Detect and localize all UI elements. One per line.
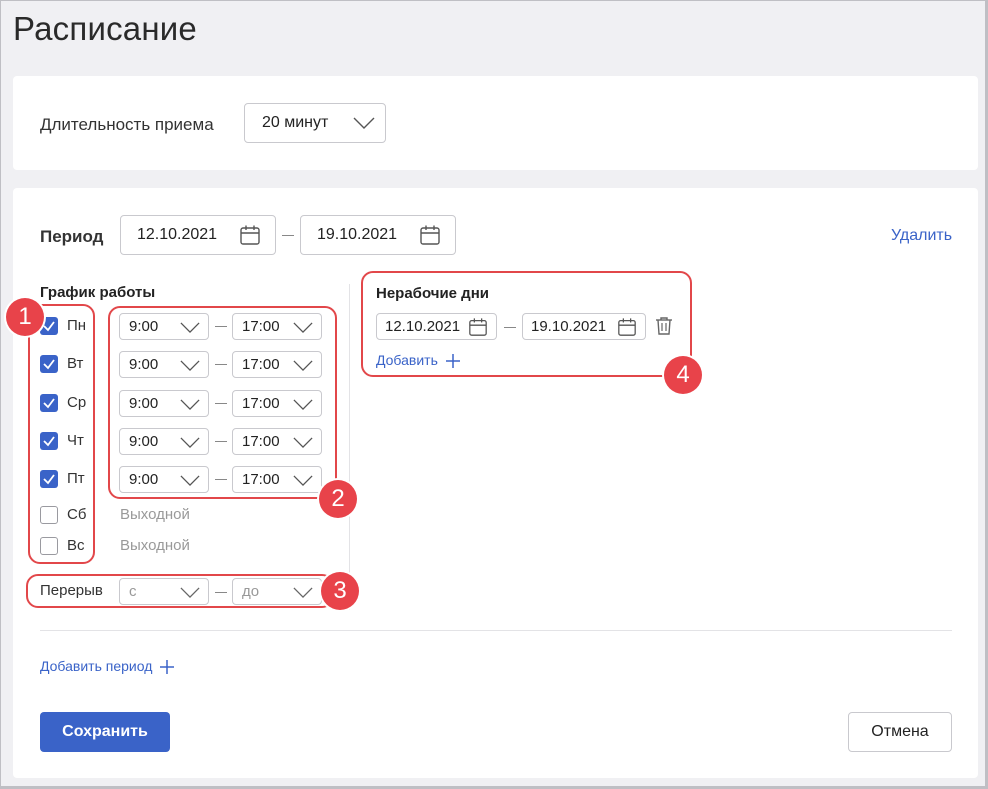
calendar-icon[interactable] (239, 224, 261, 246)
annotation-badge-2: 2 (319, 480, 357, 518)
column-divider (349, 284, 350, 610)
annotation-badge-1: 1 (6, 298, 44, 336)
annotation-badge-4: 4 (664, 356, 702, 394)
duration-select[interactable]: 20 минут (244, 103, 386, 143)
duration-label: Длительность приема (40, 115, 214, 134)
page-title: Расписание (13, 10, 197, 47)
annotation-box-3 (26, 574, 334, 608)
duration-value: 20 минут (262, 114, 329, 131)
period-to-field[interactable]: 19.10.2021 (300, 215, 456, 255)
calendar-icon[interactable] (419, 224, 441, 246)
plus-icon (160, 660, 175, 675)
save-button[interactable]: Сохранить (40, 712, 170, 752)
period-from-value: 12.10.2021 (137, 226, 218, 243)
annotation-box-4 (361, 271, 692, 377)
add-period-link[interactable]: Добавить период (40, 658, 175, 675)
schedule-title: График работы (40, 284, 156, 301)
delete-period-link[interactable]: Удалить (891, 227, 952, 245)
cancel-button[interactable]: Отмена (848, 712, 952, 752)
period-from-field[interactable]: 12.10.2021 (120, 215, 276, 255)
section-divider (40, 630, 952, 631)
period-dash (282, 235, 294, 236)
annotation-badge-3: 3 (321, 572, 359, 610)
dayoff-label-sun: Выходной (120, 537, 190, 554)
annotation-box-2 (108, 306, 337, 499)
period-label: Период (40, 227, 104, 246)
chevron-down-icon (353, 117, 375, 129)
add-period-label: Добавить период (40, 658, 153, 674)
annotation-box-1 (28, 304, 95, 564)
dayoff-label-sat: Выходной (120, 506, 190, 523)
period-to-value: 19.10.2021 (317, 226, 398, 243)
